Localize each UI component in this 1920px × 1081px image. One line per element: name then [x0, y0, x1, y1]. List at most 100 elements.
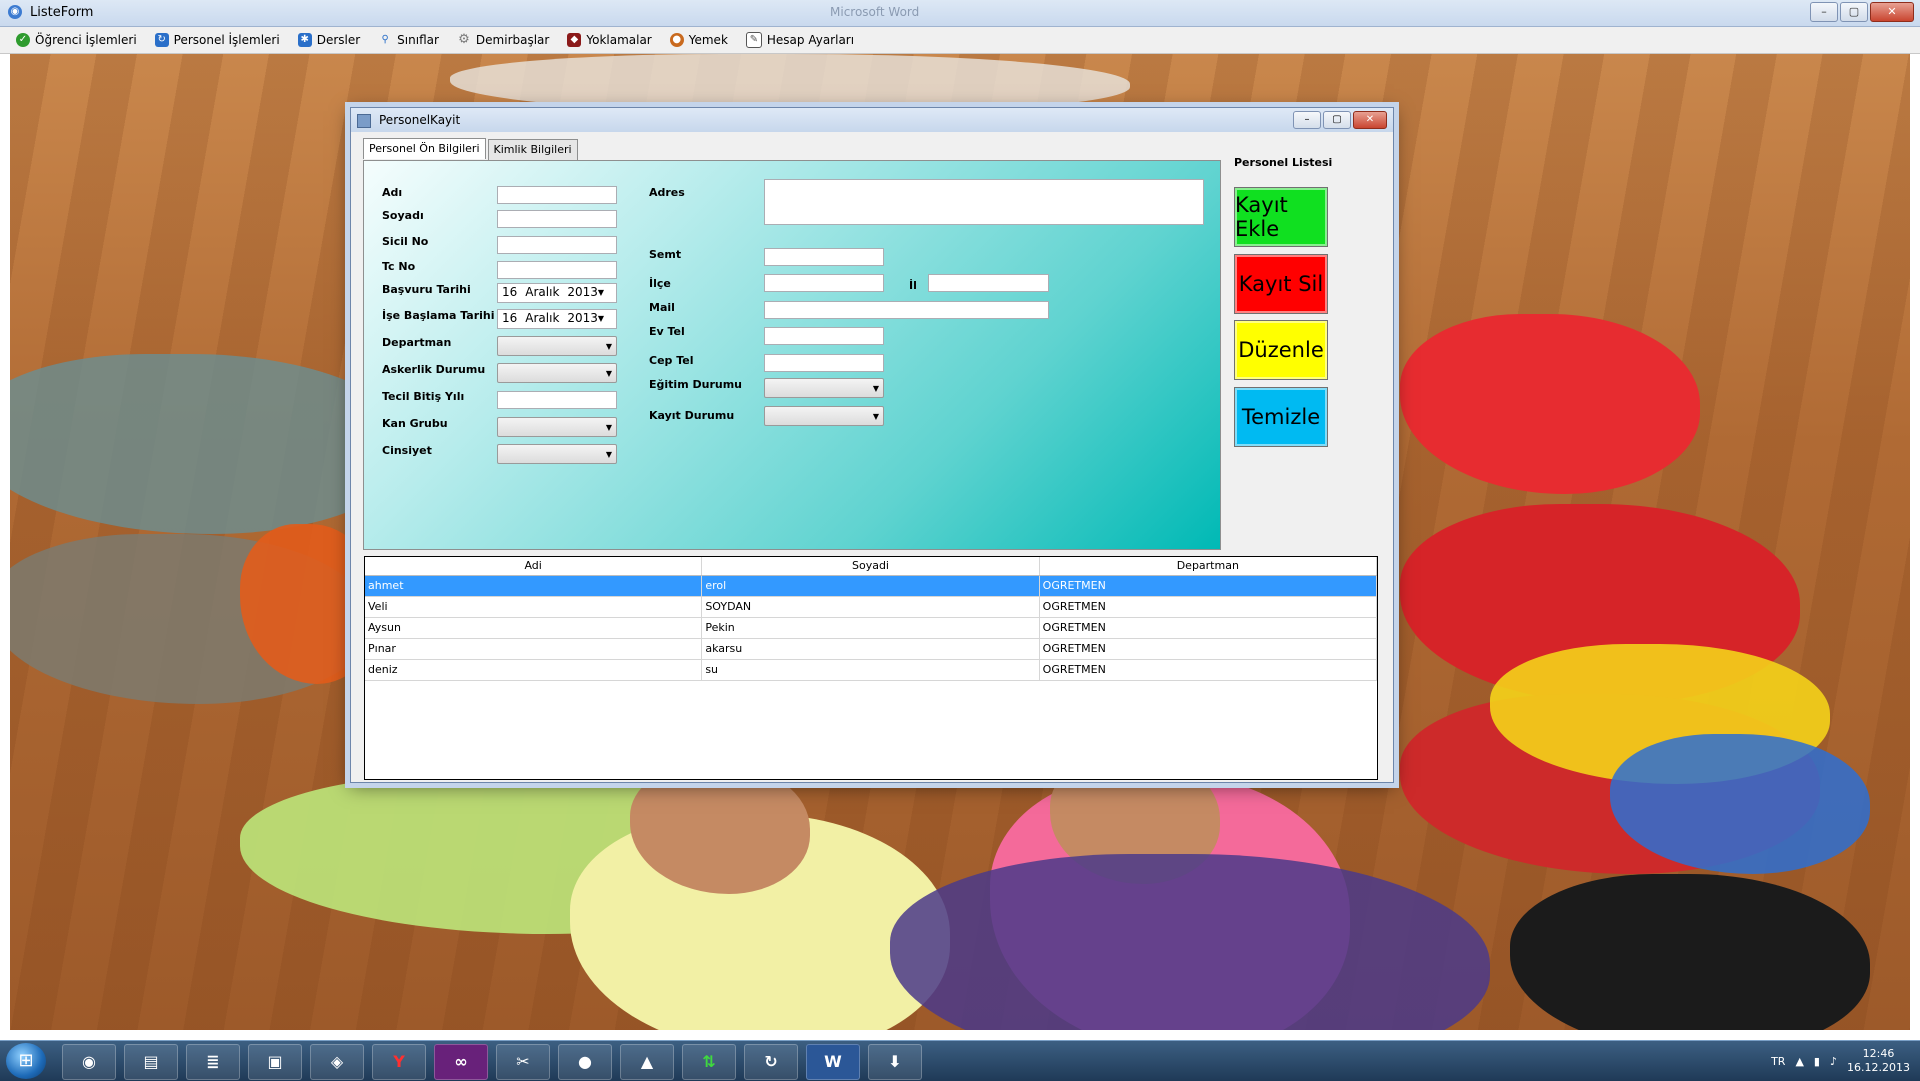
duzenle-button[interactable]: Düzenle: [1234, 320, 1328, 380]
books-icon[interactable]: ≣: [186, 1044, 240, 1080]
label-departman: Departman: [382, 336, 452, 349]
minimize-button[interactable]: –: [1810, 2, 1838, 22]
dialog-titlebar: PersonelKayit – ▢ ✕: [351, 108, 1393, 132]
visual-studio-icon[interactable]: ∞: [434, 1044, 488, 1080]
tecil-bitis-yili-field[interactable]: [497, 391, 617, 409]
app-icon[interactable]: ●: [558, 1044, 612, 1080]
shield-icon: ◆: [567, 33, 582, 47]
chevron-down-icon: ▼: [605, 423, 612, 432]
label-egitim-durumu: Eğitim Durumu: [649, 378, 742, 391]
folder-icon[interactable]: ▤: [124, 1044, 178, 1080]
menu-personel-islemleri[interactable]: ↻ Personel İşlemleri: [154, 33, 280, 47]
kayit-durumu-dropdown[interactable]: ▼: [764, 406, 884, 426]
kayit-sil-button[interactable]: Kayıt Sil: [1234, 254, 1328, 314]
clock[interactable]: 12:46 16.12.2013: [1847, 1047, 1910, 1075]
table-row[interactable]: Aysun Pekin OGRETMEN: [365, 618, 1377, 639]
download-icon[interactable]: ⬇: [868, 1044, 922, 1080]
volume-icon[interactable]: ♪: [1830, 1055, 1837, 1068]
clock-time: 12:46: [1862, 1047, 1895, 1060]
menu-label: Yoklamalar: [586, 33, 652, 47]
chevron-down-icon: ▼: [597, 314, 604, 323]
kayit-ekle-button[interactable]: Kayıt Ekle: [1234, 187, 1328, 247]
arrows-icon: ↻: [154, 33, 169, 47]
table-row[interactable]: deniz su OGRETMEN: [365, 660, 1377, 681]
arrow-icon[interactable]: ▲: [620, 1044, 674, 1080]
adres-field[interactable]: [764, 179, 1204, 225]
ev-tel-field[interactable]: [764, 327, 884, 345]
dialog-minimize-button[interactable]: –: [1293, 111, 1321, 129]
network-icon[interactable]: ▮: [1814, 1055, 1820, 1068]
cell-adi: ahmet: [365, 576, 703, 596]
taskbar: ⊞ ◉ ▤ ≣ ▣ ◈ Y ∞ ✂ ● ▲ ⇅ ↻ W ⬇ TR ▲ ▮ ♪ 1…: [0, 1040, 1920, 1081]
sicil-no-field[interactable]: [497, 236, 617, 254]
table-row[interactable]: Pınar akarsu OGRETMEN: [365, 639, 1377, 660]
game-icon[interactable]: ◈: [310, 1044, 364, 1080]
menu-hesap-ayarlari[interactable]: ✎ Hesap Ayarları: [745, 32, 854, 48]
chevron-down-icon: ▼: [872, 412, 879, 421]
torrent-icon[interactable]: ⇅: [682, 1044, 736, 1080]
cell-adi: deniz: [365, 660, 703, 680]
temizle-button[interactable]: Temizle: [1234, 387, 1328, 447]
adi-field[interactable]: [497, 186, 617, 204]
table-row[interactable]: ahmet erol OGRETMEN: [365, 576, 1377, 597]
cell-soyadi: erol: [702, 576, 1040, 596]
column-header-departman[interactable]: Departman: [1040, 557, 1377, 575]
start-button[interactable]: ⊞: [6, 1043, 46, 1079]
word-icon[interactable]: W: [806, 1044, 860, 1080]
menu-yoklamalar[interactable]: ◆ Yoklamalar: [567, 33, 652, 47]
column-header-adi[interactable]: Adi: [365, 557, 703, 575]
label-ev-tel: Ev Tel: [649, 325, 685, 338]
label-adi: Adı: [382, 186, 403, 199]
media-icon[interactable]: ▣: [248, 1044, 302, 1080]
menu-label: Dersler: [316, 33, 361, 47]
label-adres: Adres: [649, 186, 685, 199]
chevron-down-icon: ▼: [605, 342, 612, 351]
departman-dropdown[interactable]: ▼: [497, 336, 617, 356]
cinsiyet-dropdown[interactable]: ▼: [497, 444, 617, 464]
semt-field[interactable]: [764, 248, 884, 266]
dialog-close-button[interactable]: ✕: [1353, 111, 1387, 129]
refresh-icon[interactable]: ↻: [744, 1044, 798, 1080]
close-button[interactable]: ✕: [1870, 2, 1914, 22]
tab-kimlik-bilgileri[interactable]: Kimlik Bilgileri: [487, 139, 578, 160]
personel-listesi-label: Personel Listesi: [1234, 156, 1333, 169]
cell-adi: Aysun: [365, 618, 703, 638]
kan-grubu-dropdown[interactable]: ▼: [497, 417, 617, 437]
column-header-soyadi[interactable]: Soyadi: [702, 557, 1040, 575]
basvuru-tarihi-picker[interactable]: 16 Aralık 2013 ▼: [497, 283, 617, 303]
maximize-button[interactable]: ▢: [1840, 2, 1868, 22]
cell-departman: OGRETMEN: [1040, 618, 1377, 638]
dialog-maximize-button[interactable]: ▢: [1323, 111, 1351, 129]
menu-demirbaslar[interactable]: ⚙ Demirbaşlar: [457, 33, 550, 48]
cell-adi: Pınar: [365, 639, 703, 659]
cep-tel-field[interactable]: [764, 354, 884, 372]
menu-ogrenci-islemleri[interactable]: ✓ Öğrenci İşlemleri: [16, 33, 137, 47]
tools-icon[interactable]: ✂: [496, 1044, 550, 1080]
askerlik-durumu-dropdown[interactable]: ▼: [497, 363, 617, 383]
chevron-down-icon: ▼: [597, 288, 604, 297]
cell-soyadi: SOYDAN: [702, 597, 1040, 617]
soyadi-field[interactable]: [497, 210, 617, 228]
personel-grid[interactable]: Adi Soyadi Departman ahmet erol OGRETMEN…: [364, 556, 1378, 780]
tc-no-field[interactable]: [497, 261, 617, 279]
language-indicator[interactable]: TR: [1771, 1055, 1785, 1068]
table-row[interactable]: Veli SOYDAN OGRETMEN: [365, 597, 1377, 618]
yandex-icon[interactable]: Y: [372, 1044, 426, 1080]
chrome-icon[interactable]: ◉: [62, 1044, 116, 1080]
cell-departman: OGRETMEN: [1040, 597, 1377, 617]
il-field[interactable]: [928, 274, 1049, 292]
tab-personel-on-bilgileri[interactable]: Personel Ön Bilgileri: [363, 138, 486, 159]
label-ilce: İlçe: [649, 277, 671, 290]
menu-label: Demirbaşlar: [475, 33, 550, 47]
egitim-durumu-dropdown[interactable]: ▼: [764, 378, 884, 398]
ilce-field[interactable]: [764, 274, 884, 292]
cell-departman: OGRETMEN: [1040, 576, 1377, 596]
tray-expand-icon[interactable]: ▲: [1795, 1055, 1803, 1068]
menu-siniflar[interactable]: ⚲ Sınıflar: [378, 33, 439, 47]
check-circle-icon: ✓: [16, 33, 30, 47]
ise-baslama-tarihi-picker[interactable]: 16 Aralık 2013 ▼: [497, 309, 617, 329]
mail-field[interactable]: [764, 301, 1049, 319]
menu-yemek[interactable]: ● Yemek: [669, 33, 728, 47]
menu-dersler[interactable]: ✱ Dersler: [297, 33, 361, 47]
cell-soyadi: su: [702, 660, 1040, 680]
